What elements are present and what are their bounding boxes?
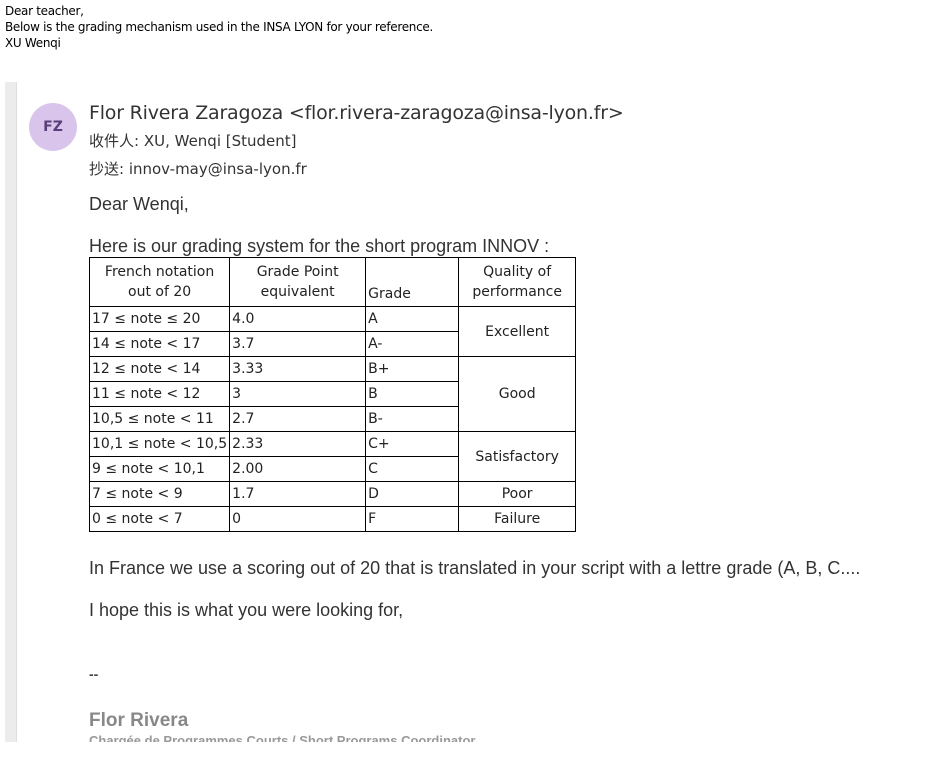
- intro-note: Dear teacher, Below is the grading mecha…: [5, 3, 433, 51]
- intro-line-2: Below is the grading mechanism used in t…: [5, 20, 433, 34]
- avatar[interactable]: FZ: [29, 103, 77, 151]
- header-french-notation: French notation out of 20: [88, 257, 231, 307]
- cell-grade: C+: [365, 431, 460, 457]
- cell-notation: 7 ≤ note < 9: [88, 481, 231, 507]
- cell-notation: 9 ≤ note < 10,1: [88, 456, 231, 482]
- cell-quality-excellent: Excellent: [458, 306, 577, 357]
- intro-line-3: XU Wenqi: [5, 36, 61, 50]
- email-message: FZ Flor Rivera Zaragoza <flor.rivera-zar…: [5, 82, 939, 742]
- table-row: 7 ≤ note < 9 1.7 D Poor: [88, 481, 577, 507]
- recipient-line: 收件人: XU, Wenqi [Student]: [89, 132, 297, 150]
- cell-gpa: 2.33: [229, 431, 367, 457]
- cell-notation: 14 ≤ note < 17: [88, 331, 231, 357]
- email-paragraph-closing: I hope this is what you were looking for…: [89, 600, 404, 620]
- cell-notation: 10,1 ≤ note < 10,5: [88, 431, 231, 457]
- cell-grade: B: [365, 381, 460, 407]
- cell-grade: F: [365, 506, 460, 532]
- cell-gpa: 4.0: [229, 306, 367, 332]
- header-grade: Grade: [365, 257, 460, 307]
- table-row: 12 ≤ note < 14 3.33 B+ Good: [88, 356, 577, 432]
- intro-line-1: Dear teacher,: [5, 4, 84, 18]
- email-left-border: [5, 82, 17, 742]
- cell-grade: C: [365, 456, 460, 482]
- table-row: 10,1 ≤ note < 10,5 2.33 C+ Satisfactory: [88, 431, 577, 482]
- signature-name: Flor Rivera: [89, 710, 189, 731]
- cell-gpa: 3.7: [229, 331, 367, 357]
- cell-grade: B-: [365, 406, 460, 432]
- cell-notation: 12 ≤ note < 14: [88, 356, 231, 382]
- cell-gpa: 2.7: [229, 406, 367, 432]
- cell-gpa: 3.33: [229, 356, 367, 382]
- header-grade-point: Grade Point equivalent: [229, 257, 367, 307]
- table-row: 17 ≤ note ≤ 20 4.0 A Excellent: [88, 306, 577, 357]
- email-paragraph-scoring: In France we use a scoring out of 20 tha…: [89, 558, 861, 578]
- signature-separator: --: [89, 666, 99, 682]
- table-row: 0 ≤ note < 7 0 F Failure: [88, 506, 577, 532]
- cc-line: 抄送: innov-may@insa-lyon.fr: [89, 160, 307, 178]
- cell-grade: D: [365, 481, 460, 507]
- email-intro-line: Here is our grading system for the short…: [89, 236, 550, 256]
- cell-grade: A: [365, 306, 460, 332]
- cell-gpa: 0: [229, 506, 367, 532]
- cell-quality-good: Good: [458, 356, 577, 432]
- header-quality: Quality of performance: [458, 257, 577, 307]
- cell-notation: 10,5 ≤ note < 11: [88, 406, 231, 432]
- cell-grade: B+: [365, 356, 460, 382]
- table-header-row: French notation out of 20 Grade Point eq…: [88, 257, 577, 307]
- cell-grade: A-: [365, 331, 460, 357]
- cell-notation: 17 ≤ note ≤ 20: [88, 306, 231, 332]
- cell-gpa: 2.00: [229, 456, 367, 482]
- cell-gpa: 3: [229, 381, 367, 407]
- cell-quality-poor: Poor: [458, 481, 577, 507]
- cell-quality-failure: Failure: [458, 506, 577, 532]
- cell-notation: 11 ≤ note < 12: [88, 381, 231, 407]
- signature-title: Chargée de Programmes Courts / Short Pro…: [89, 733, 476, 742]
- cell-quality-satisfactory: Satisfactory: [458, 431, 577, 482]
- cell-gpa: 1.7: [229, 481, 367, 507]
- cell-notation: 0 ≤ note < 7: [88, 506, 231, 532]
- sender[interactable]: Flor Rivera Zaragoza <flor.rivera-zarago…: [89, 102, 624, 124]
- email-greeting: Dear Wenqi,: [89, 194, 189, 214]
- grading-table: French notation out of 20 Grade Point eq…: [88, 257, 577, 532]
